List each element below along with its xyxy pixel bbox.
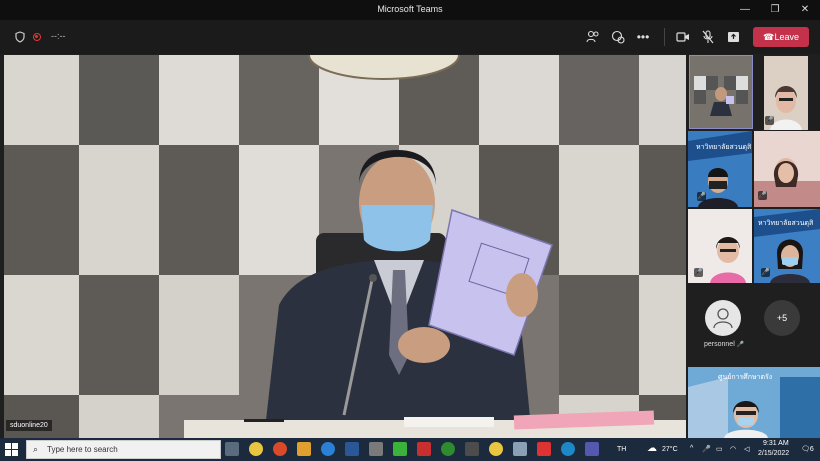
mic-off-icon: 🎤 — [758, 191, 767, 200]
close-icon[interactable]: ✕ — [794, 2, 816, 18]
person-icon — [713, 308, 733, 329]
taskbar-search-box[interactable]: ⌕ Type here to search — [26, 440, 221, 459]
mic-off-icon: 🎤 — [765, 116, 774, 125]
participant-tile[interactable]: 🎤 — [764, 56, 808, 130]
weather-temperature[interactable]: 27°C — [662, 446, 678, 453]
main-video-image — [4, 55, 686, 438]
notification-count: 6 — [809, 446, 814, 453]
clock-date[interactable]: 2/15/2022 — [758, 450, 789, 457]
participant-video: ศูนย์การศึกษาตรัง — [688, 367, 820, 438]
participant-video — [690, 56, 752, 128]
clock-time[interactable]: 9:31 AM — [763, 440, 789, 447]
weather-icon: ☁ — [647, 443, 657, 454]
speaker-name-label: sduonline20 — [6, 420, 52, 431]
share-icon[interactable] — [727, 31, 740, 43]
maximize-icon[interactable]: ❐ — [764, 2, 786, 18]
battery-icon[interactable]: ▭ — [716, 445, 723, 453]
phone-icon: ☎ — [763, 32, 775, 42]
app-icon[interactable] — [417, 442, 431, 456]
participant-tile[interactable]: 🎤 — [754, 131, 820, 207]
meeting-timer: --:-- — [51, 31, 66, 41]
edge-icon[interactable] — [561, 442, 575, 456]
task-view-icon[interactable] — [225, 442, 239, 456]
meeting-toolbar — [0, 20, 820, 54]
svg-text:ศูนย์การศึกษาตรัง: ศูนย์การศึกษาตรัง — [718, 372, 772, 381]
line-icon[interactable] — [393, 442, 407, 456]
minimize-icon[interactable]: — — [734, 2, 756, 18]
camera-icon[interactable] — [676, 32, 690, 42]
wifi-icon[interactable]: ◠ — [730, 445, 736, 453]
avatar[interactable] — [705, 300, 741, 336]
main-video — [4, 55, 686, 438]
mic-off-icon[interactable] — [702, 30, 714, 44]
windows-start-icon[interactable] — [4, 442, 19, 457]
participant-tile[interactable]: หาวิทยาลัยสวนดุสิ 🎤 — [754, 209, 820, 283]
chrome-icon[interactable] — [489, 442, 503, 456]
participants-icon[interactable] — [586, 30, 600, 43]
chevron-up-icon[interactable]: ^ — [690, 445, 693, 452]
search-placeholder: Type here to search — [47, 445, 118, 454]
xbox-icon[interactable] — [441, 442, 455, 456]
toolbar-divider — [664, 28, 665, 46]
mic-off-icon: 🎤 — [694, 268, 703, 277]
participant-tile[interactable]: หาวิทยาลัยสวนดุสิ 🎤 — [688, 131, 752, 207]
powerpoint-icon[interactable] — [273, 442, 287, 456]
notification-icon[interactable]: 🗨6 — [801, 445, 814, 453]
record-icon — [33, 33, 41, 41]
mic-off-icon: 🎤 — [697, 192, 706, 201]
participant-tile[interactable] — [689, 55, 753, 129]
shield-icon — [15, 31, 25, 43]
svg-text:หาวิทยาลัยสวนดุสิ: หาวิทยาลัยสวนดุสิ — [758, 219, 814, 227]
file-explorer-icon[interactable] — [297, 442, 311, 456]
windows-taskbar: ⌕ Type here to search TH ☁ 27°C ^ 🎤 ▭ ◠ … — [0, 438, 820, 461]
search-icon: ⌕ — [33, 444, 39, 454]
teams-icon[interactable] — [585, 442, 599, 456]
more-icon[interactable]: ••• — [634, 28, 652, 46]
participant-tile[interactable]: ศูนย์การศึกษาตรัง — [688, 367, 820, 438]
language-indicator[interactable]: TH — [617, 446, 626, 453]
app-icon[interactable] — [465, 442, 479, 456]
mic-off-icon: 🎤 — [736, 342, 745, 348]
edge-icon[interactable] — [321, 442, 335, 456]
word-icon[interactable] — [345, 442, 359, 456]
chat-icon[interactable] — [611, 30, 625, 44]
svg-text:หาวิทยาลัยสวนดุสิ: หาวิทยาลัยสวนดุสิ — [696, 143, 752, 151]
leave-button[interactable]: ☎ Leave — [753, 27, 809, 47]
volume-icon[interactable]: ◁ — [744, 445, 749, 453]
chrome-icon[interactable] — [249, 442, 263, 456]
pdf-icon[interactable] — [537, 442, 551, 456]
participant-name-text: personnel — [704, 341, 735, 348]
microphone-icon[interactable]: 🎤 — [702, 445, 711, 453]
participant-name: personnel 🎤 — [704, 341, 744, 348]
participant-tile[interactable]: 🎤 — [688, 209, 752, 283]
calculator-icon[interactable] — [513, 442, 527, 456]
mic-off-icon: 🎤 — [761, 268, 770, 277]
leave-label: Leave — [774, 32, 799, 42]
app-icon[interactable] — [369, 442, 383, 456]
more-participants-button[interactable]: +5 — [764, 300, 800, 336]
title-bar: Microsoft Teams — ❐ ✕ — [0, 0, 820, 20]
window-title: Microsoft Teams — [377, 4, 443, 14]
